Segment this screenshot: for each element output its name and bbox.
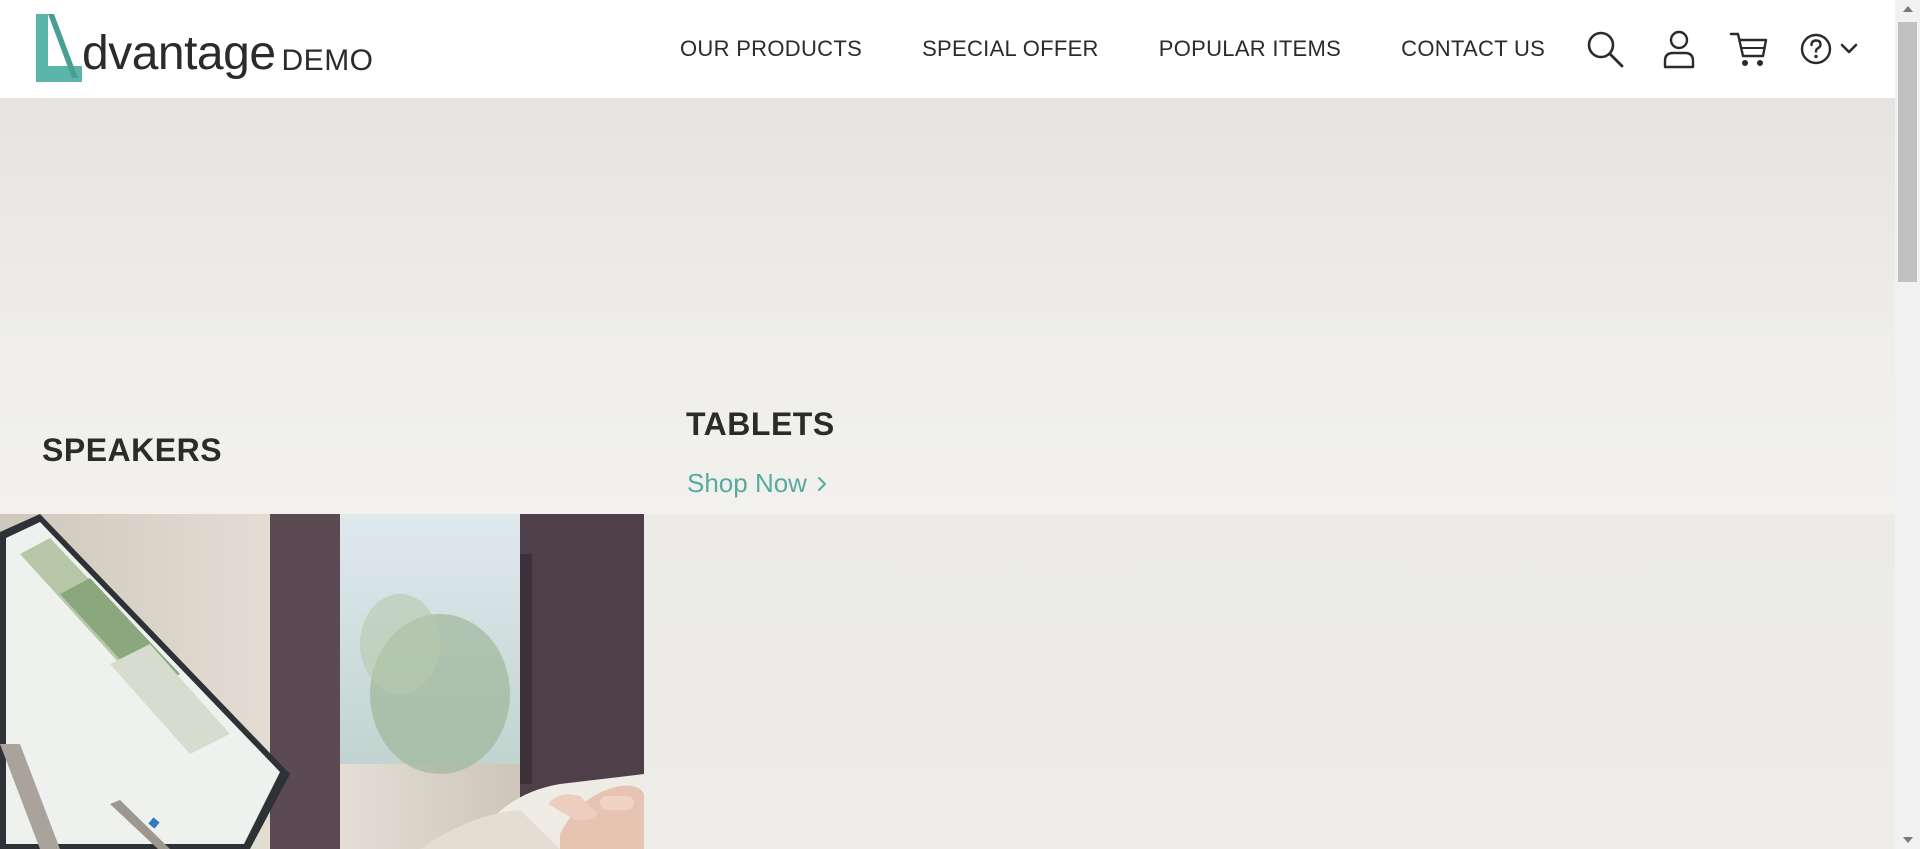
hero-banner: SPEAKERS TABLETS Shop Now: [0, 98, 1895, 514]
brand-logo[interactable]: dvantage DEMO: [34, 14, 374, 84]
user-account-button[interactable]: [1658, 28, 1700, 70]
nav-special-offer[interactable]: SPECIAL OFFER: [922, 36, 1099, 62]
site-header: dvantage DEMO OUR PRODUCTS SPECIAL OFFER…: [0, 0, 1895, 98]
scroll-down-icon[interactable]: [1895, 831, 1920, 849]
cart-icon: [1729, 32, 1768, 66]
scroll-up-icon[interactable]: [1895, 0, 1920, 18]
cart-button[interactable]: [1728, 28, 1770, 70]
chevron-down-icon: [1840, 43, 1858, 54]
brand-name: dvantage: [82, 27, 276, 80]
tablet-photo[interactable]: [0, 514, 644, 849]
user-icon: [1663, 30, 1695, 69]
nav-contact-us[interactable]: CONTACT US: [1401, 36, 1545, 62]
tablets-shop-now-link[interactable]: Shop Now: [687, 468, 827, 499]
tablet-photo-art: [0, 514, 644, 849]
nav-popular-items[interactable]: POPULAR ITEMS: [1159, 36, 1341, 62]
hero-lower-panel: [644, 514, 1895, 849]
tablets-title: TABLETS: [686, 406, 835, 442]
logo-mark-icon: [34, 14, 84, 84]
main-nav: OUR PRODUCTS SPECIAL OFFER POPULAR ITEMS…: [680, 0, 1545, 98]
scroll-thumb[interactable]: [1898, 22, 1917, 282]
speakers-title: SPEAKERS: [42, 432, 223, 468]
nav-our-products[interactable]: OUR PRODUCTS: [680, 36, 862, 62]
shop-now-label: Shop Now: [687, 468, 807, 498]
help-menu-button[interactable]: [1796, 28, 1862, 70]
help-icon: [1800, 33, 1832, 65]
brand-suffix: DEMO: [281, 44, 374, 77]
search-icon: [1587, 31, 1624, 68]
chevron-right-icon: [817, 476, 826, 491]
search-button[interactable]: [1584, 28, 1626, 70]
page-scrollbar[interactable]: [1895, 0, 1920, 849]
